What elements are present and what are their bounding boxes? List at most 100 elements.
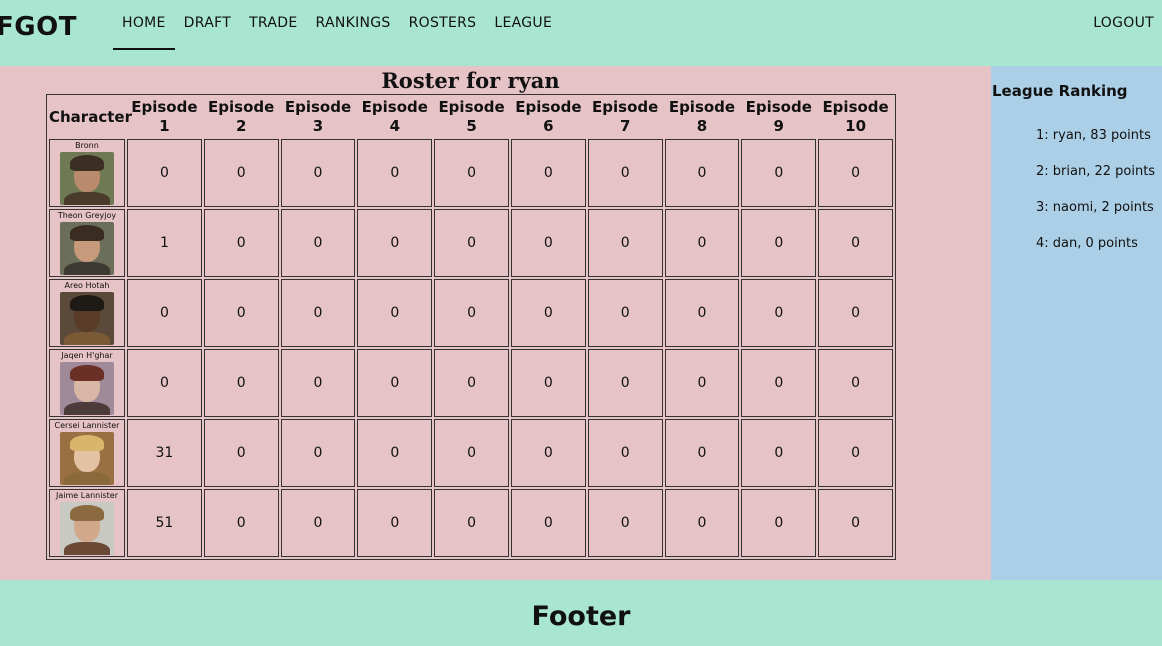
- episode-score-cell: 0: [741, 279, 817, 347]
- episode-score-cell: 0: [357, 349, 433, 417]
- table-row: Cersei Lannister 31 0 0 0 0 0 0 0 0 0: [49, 419, 893, 487]
- episode-score-cell: 0: [203, 209, 279, 277]
- episode-score-cell: 0: [510, 419, 586, 487]
- episode-score-cell: 0: [280, 139, 356, 207]
- table-header-row: Character Episode 1 Episode 2 Episode 3 Epis…: [49, 97, 893, 137]
- episode-score-cell: 0: [434, 139, 509, 207]
- table-row: Jaqen H'ghar 0 0 0 0 0 0 0 0 0 0: [49, 349, 893, 417]
- episode-score-cell: 51: [127, 489, 202, 557]
- episode-score-cell: 0: [818, 139, 893, 207]
- roster-title: Roster for ryan: [381, 68, 560, 93]
- column-header-episode-3: Episode 3: [284, 98, 352, 135]
- character-cell: Bronn: [49, 139, 125, 207]
- character-cell: Cersei Lannister: [49, 419, 125, 487]
- episode-score-cell: 0: [741, 349, 817, 417]
- column-header-episode-7: Episode 7: [592, 98, 659, 135]
- episode-score-cell: 0: [357, 279, 433, 347]
- ranking-list: 1: ryan, 83 points 2: brian, 22 points 3: …: [1036, 127, 1160, 271]
- character-name: Jaime Lannister: [56, 491, 118, 500]
- episode-score-cell: 0: [664, 349, 740, 417]
- episode-score-cell: 0: [587, 349, 663, 417]
- character-cell: Jaime Lannister: [49, 489, 125, 557]
- character-name: Bronn: [75, 141, 99, 150]
- sidebar-title: League Ranking: [992, 82, 1128, 100]
- episode-score-cell: 0: [357, 209, 433, 277]
- episode-score-cell: 0: [587, 279, 663, 347]
- episode-score-cell: 0: [818, 419, 893, 487]
- episode-score-cell: 0: [280, 279, 356, 347]
- column-header-episode-6: Episode 6: [515, 98, 582, 135]
- episode-score-cell: 0: [510, 209, 586, 277]
- character-portrait: [60, 222, 114, 275]
- column-header-episode-1: Episode 1: [131, 98, 198, 135]
- column-header-episode-5: Episode 5: [438, 98, 505, 135]
- episode-score-cell: 0: [664, 209, 740, 277]
- navbar: FGOT HOME DRAFT TRADE RANKINGS ROSTERS L…: [0, 0, 1162, 66]
- character-name: Theon Greyjoy: [57, 211, 117, 220]
- episode-score-cell: 0: [818, 349, 893, 417]
- nav-league[interactable]: LEAGUE: [485, 0, 561, 50]
- episode-score-cell: 0: [127, 349, 202, 417]
- column-header-episode-2: Episode 2: [208, 98, 275, 135]
- episode-score-cell: 0: [280, 209, 356, 277]
- episode-score-cell: 0: [203, 489, 279, 557]
- character-name: Jaqen H'ghar: [61, 351, 113, 360]
- table-row: Theon Greyjoy 1 0 0 0 0 0 0 0 0 0: [49, 209, 893, 277]
- nav-home[interactable]: HOME: [113, 0, 175, 50]
- nav-rankings[interactable]: RANKINGS: [306, 0, 399, 50]
- character-portrait: [60, 502, 114, 555]
- episode-score-cell: 0: [357, 139, 433, 207]
- episode-score-cell: 0: [587, 419, 663, 487]
- episode-score-cell: 0: [818, 489, 893, 557]
- episode-score-cell: 0: [434, 279, 509, 347]
- ranking-item: 2: brian, 22 points: [1036, 164, 1156, 179]
- nav-trade[interactable]: TRADE: [240, 0, 306, 50]
- episode-score-cell: 0: [664, 279, 740, 347]
- episode-score-cell: 0: [357, 419, 433, 487]
- episode-score-cell: 0: [203, 349, 279, 417]
- episode-score-cell: 0: [434, 419, 509, 487]
- footer: Footer: [0, 580, 1162, 646]
- roster-table: Character Episode 1 Episode 2 Episode 3 Epis…: [46, 94, 896, 560]
- table-row: Areo Hotah 0 0 0 0 0 0 0 0 0 0: [49, 279, 893, 347]
- episode-score-cell: 0: [741, 139, 817, 207]
- episode-score-cell: 0: [587, 489, 663, 557]
- column-header-character: Character: [49, 107, 132, 126]
- table-row: Bronn 0 0 0 0 0 0 0 0 0 0: [49, 139, 893, 207]
- logout-link[interactable]: LOGOUT: [1093, 0, 1154, 46]
- episode-score-cell: 0: [280, 489, 356, 557]
- episode-score-cell: 0: [280, 419, 356, 487]
- episode-score-cell: 0: [664, 489, 740, 557]
- episode-score-cell: 0: [741, 489, 817, 557]
- episode-score-cell: 0: [280, 349, 356, 417]
- character-portrait: [60, 152, 114, 205]
- character-cell: Jaqen H'ghar: [49, 349, 125, 417]
- league-ranking-sidebar: League Ranking 1: ryan, 83 points 2: bria…: [991, 66, 1162, 580]
- brand-logo[interactable]: FGOT: [0, 12, 77, 42]
- column-header-episode-8: Episode 8: [668, 98, 736, 135]
- ranking-item: 3: naomi, 2 points: [1036, 200, 1154, 215]
- episode-score-cell: 0: [741, 209, 817, 277]
- episode-score-cell: 1: [127, 209, 202, 277]
- episode-score-cell: 0: [203, 419, 279, 487]
- episode-score-cell: 0: [664, 419, 740, 487]
- episode-score-cell: 0: [664, 139, 740, 207]
- character-cell: Theon Greyjoy: [49, 209, 125, 277]
- ranking-item: 4: dan, 0 points: [1036, 236, 1138, 251]
- character-portrait: [60, 292, 114, 345]
- ranking-item: 1: ryan, 83 points: [1036, 128, 1151, 143]
- column-header-episode-9: Episode 9: [745, 98, 812, 135]
- episode-score-cell: 0: [434, 349, 509, 417]
- episode-score-cell: 0: [203, 139, 279, 207]
- table-body: Bronn 0 0 0 0 0 0 0 0 0 0 Theon Greyjoy 1 0 0 0 0 0 0 0 0 0 Ar…: [49, 139, 893, 557]
- roster-panel: Roster for ryan Character Episode 1 Episod…: [0, 66, 991, 580]
- column-header-episode-4: Episode 4: [361, 98, 428, 135]
- nav-rosters[interactable]: ROSTERS: [400, 0, 486, 50]
- episode-score-cell: 0: [434, 209, 509, 277]
- episode-score-cell: 31: [127, 419, 202, 487]
- episode-score-cell: 0: [510, 139, 586, 207]
- table-row: Jaime Lannister 51 0 0 0 0 0 0 0 0 0: [49, 489, 893, 557]
- episode-score-cell: 0: [818, 279, 893, 347]
- episode-score-cell: 0: [434, 489, 509, 557]
- nav-draft[interactable]: DRAFT: [175, 0, 240, 50]
